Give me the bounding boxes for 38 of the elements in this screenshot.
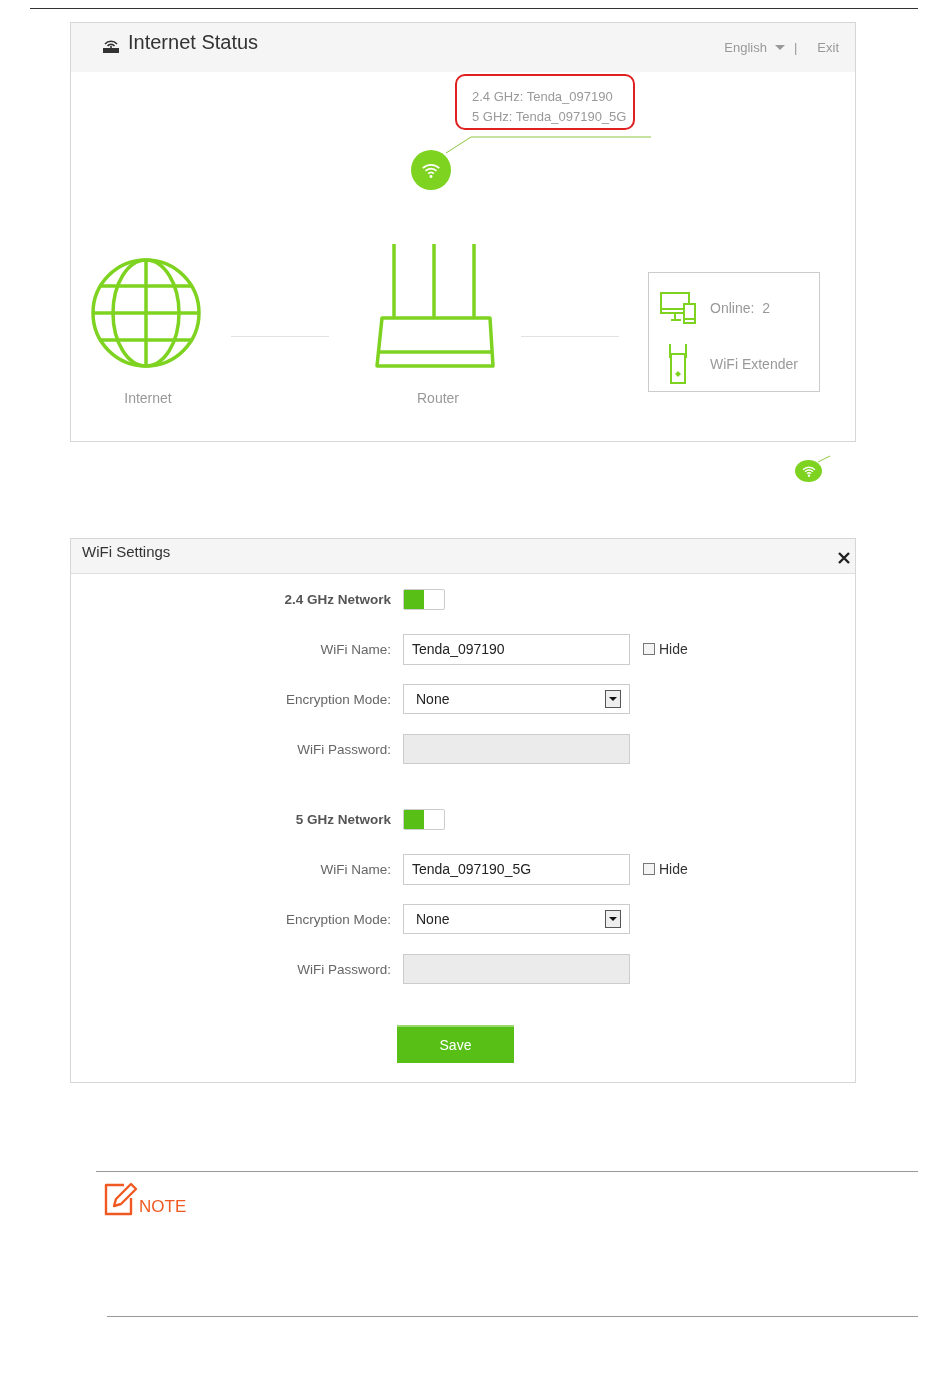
encryption-dropdown[interactable]: None bbox=[403, 904, 630, 934]
field-label: WiFi Name: bbox=[319, 861, 391, 877]
wifi-icon[interactable] bbox=[795, 460, 822, 482]
leader-line bbox=[818, 455, 830, 463]
checkbox-label: Hide bbox=[659, 641, 688, 657]
pencil-icon bbox=[104, 1182, 138, 1216]
wifi-icon[interactable] bbox=[411, 150, 451, 190]
separator: | bbox=[793, 40, 798, 55]
wifi-name-text: 2.4 GHz: Tenda_097190 bbox=[472, 88, 614, 106]
node-label: Internet bbox=[123, 390, 173, 406]
router-icon bbox=[374, 242, 498, 370]
field-label: Encryption Mode: bbox=[284, 691, 391, 707]
panel-title: Internet Status bbox=[128, 31, 259, 54]
note-label: NOTE bbox=[139, 1198, 187, 1215]
checkbox-label: Hide bbox=[659, 861, 688, 877]
hide-checkbox[interactable] bbox=[643, 643, 655, 655]
panel-title: WiFi Settings bbox=[82, 543, 171, 560]
network-toggle[interactable] bbox=[403, 808, 445, 830]
wifi-name-field[interactable]: Tenda_097190_5G bbox=[403, 853, 630, 885]
wifi-name-field[interactable]: Tenda_097190 bbox=[403, 633, 630, 665]
node-label: Router bbox=[416, 390, 460, 406]
field-label: WiFi Password: bbox=[296, 961, 391, 977]
devices-icon bbox=[660, 292, 696, 324]
wifi-name-text: 5 GHz: Tenda_097190_5G bbox=[472, 108, 628, 126]
client-label: WiFi Extender bbox=[710, 356, 798, 372]
encryption-dropdown[interactable]: None bbox=[403, 684, 630, 714]
hide-checkbox[interactable] bbox=[643, 863, 655, 875]
network-label: 2.4 GHz Network bbox=[283, 591, 391, 607]
extender-icon bbox=[668, 343, 688, 385]
field-label: WiFi Name: bbox=[319, 641, 391, 657]
globe-icon bbox=[90, 257, 202, 369]
field-label: WiFi Password: bbox=[296, 741, 391, 757]
network-label: 5 GHz Network bbox=[294, 811, 391, 827]
field-label: Encryption Mode: bbox=[284, 911, 391, 927]
client-label: Online: 2 bbox=[710, 300, 770, 316]
caret-icon bbox=[774, 44, 785, 51]
network-toggle[interactable] bbox=[403, 588, 445, 610]
close-icon[interactable] bbox=[838, 552, 850, 564]
